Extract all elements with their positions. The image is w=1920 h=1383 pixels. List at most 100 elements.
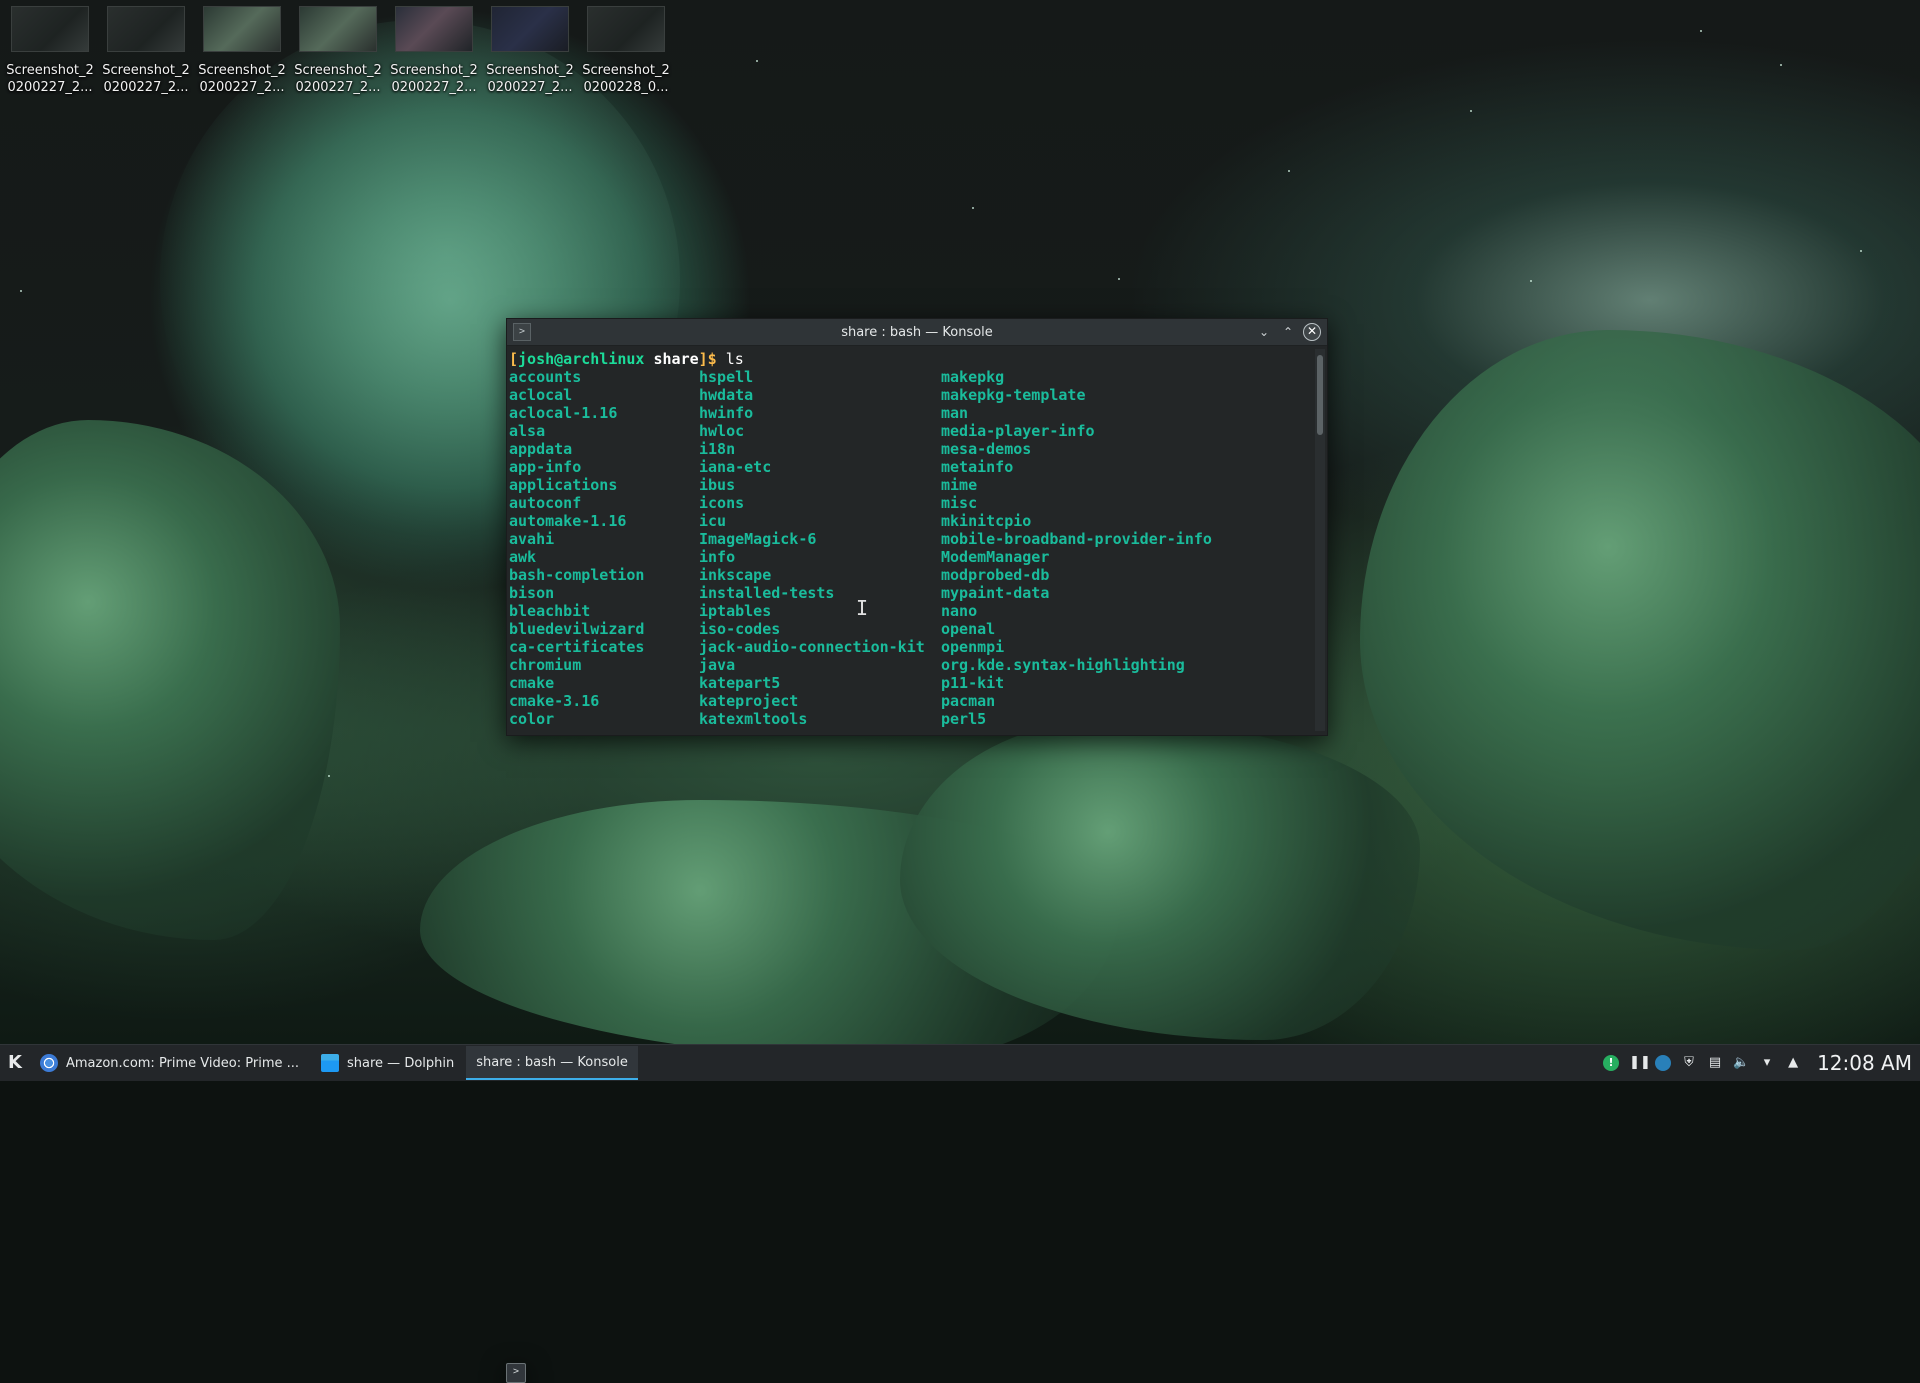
desktop-file-screenshot[interactable]: Screenshot_2 0200227_2...	[4, 6, 96, 96]
scrollbar-thumb[interactable]	[1317, 355, 1323, 435]
volume-icon[interactable]: 🔈	[1733, 1055, 1749, 1071]
desktop-file-label: Screenshot_2 0200227_2...	[6, 63, 94, 95]
desktop-file-screenshot[interactable]: Screenshot_2 0200227_2...	[388, 6, 480, 96]
desktop-file-screenshot[interactable]: Screenshot_2 0200227_2...	[484, 6, 576, 96]
task-konsole[interactable]: > share : bash — Konsole	[466, 1046, 638, 1383]
directory-entry: pacman	[941, 692, 996, 710]
directory-entry: mobile-broadband-provider-info	[941, 530, 1212, 548]
chevron-up-icon: ⌃	[1282, 325, 1294, 339]
desktop-file-screenshot[interactable]: Screenshot_2 0200227_2...	[196, 6, 288, 96]
directory-entry: installed-tests	[699, 584, 835, 602]
prompt-user-host: josh@archlinux	[518, 350, 645, 368]
desktop-file-screenshot[interactable]: Screenshot_2 0200227_2...	[100, 6, 192, 96]
pause-icon[interactable]: ❚❚	[1629, 1055, 1651, 1071]
ls-output: accounts aclocal aclocal-1.16 alsa appdata ap…	[509, 368, 1309, 728]
image-thumbnail-icon	[395, 6, 473, 52]
desktop-icons: Screenshot_2 0200227_2... Screenshot_2 0…	[4, 6, 672, 96]
directory-entry: misc	[941, 494, 978, 512]
image-thumbnail-icon	[107, 6, 185, 52]
desktop-file-label: Screenshot_2 0200227_2...	[294, 63, 382, 95]
chrome-icon	[40, 1054, 58, 1072]
close-button[interactable]: ✕	[1303, 323, 1321, 341]
terminal-output[interactable]: [josh@archlinux share]$ ls accounts acloc…	[507, 346, 1309, 735]
directory-entry: awk	[509, 548, 537, 566]
directory-entry: media-player-info	[941, 422, 1095, 440]
directory-entry: automake-1.16	[509, 512, 627, 530]
task-label: share : bash — Konsole	[476, 1054, 628, 1070]
directory-entry: makepkg	[941, 368, 1005, 386]
shell-prompt: [josh@archlinux share]$ ls	[509, 350, 1309, 368]
directory-entry: iso-codes	[699, 620, 781, 638]
directory-entry: i18n	[699, 440, 736, 458]
directory-entry: applications	[509, 476, 618, 494]
directory-entry: ModemManager	[941, 548, 1050, 566]
directory-entry: bleachbit	[509, 602, 591, 620]
directory-entry: ibus	[699, 476, 736, 494]
directory-entry: mypaint-data	[941, 584, 1050, 602]
wallpaper-rock	[1360, 330, 1920, 950]
desktop-file-label: Screenshot_2 0200227_2...	[486, 63, 574, 95]
window-titlebar[interactable]: > share : bash — Konsole ⌄ ⌃ ✕	[507, 319, 1327, 346]
directory-entry: org.kde.syntax-highlighting	[941, 656, 1185, 674]
maximize-button[interactable]: ⌃	[1279, 323, 1297, 341]
task-label: Amazon.com: Prime Video: Prime ...	[66, 1055, 300, 1071]
task-chrome[interactable]: Amazon.com: Prime Video: Prime ...	[30, 1046, 309, 1080]
directory-entry: chromium	[509, 656, 582, 674]
desktop-file-screenshot[interactable]: Screenshot_2 0200228_0...	[580, 6, 672, 96]
task-dolphin[interactable]: share — Dolphin	[311, 1046, 464, 1080]
chevron-down-icon: ⌄	[1258, 325, 1270, 339]
directory-entry: inkscape	[699, 566, 772, 584]
directory-entry: alsa	[509, 422, 546, 440]
directory-entry: modprobed-db	[941, 566, 1050, 584]
directory-entry: cmake	[509, 674, 555, 692]
konsole-app-icon[interactable]: >	[513, 323, 531, 341]
directory-entry: mkinitcpio	[941, 512, 1032, 530]
directory-entry: ca-certificates	[509, 638, 645, 656]
chrome-tray-icon[interactable]	[1655, 1055, 1672, 1071]
directory-entry: nano	[941, 602, 978, 620]
directory-entry: appdata	[509, 440, 573, 458]
directory-entry: aclocal-1.16	[509, 404, 618, 422]
image-thumbnail-icon	[11, 6, 89, 52]
desktop-file-label: Screenshot_2 0200227_2...	[198, 63, 286, 95]
wifi-icon[interactable]: ▾	[1759, 1055, 1775, 1071]
image-thumbnail-icon	[587, 6, 665, 52]
directory-entry: hspell	[699, 368, 754, 386]
directory-entry: mesa-demos	[941, 440, 1032, 458]
desktop-file-screenshot[interactable]: Screenshot_2 0200227_2...	[292, 6, 384, 96]
close-icon: ✕	[1306, 324, 1318, 338]
prompt-directory: share	[653, 350, 699, 368]
image-thumbnail-icon	[299, 6, 377, 52]
minimize-button[interactable]: ⌄	[1255, 323, 1273, 341]
directory-entry: openmpi	[941, 638, 1005, 656]
prompt-bracket: [	[509, 350, 519, 368]
system-tray: ! ❚❚ ⛨ ▤ 🔈 ▾ ▲ 12:08 AM	[1603, 1045, 1920, 1081]
directory-entry: bash-completion	[509, 566, 645, 584]
directory-entry: avahi	[509, 530, 555, 548]
ls-column: accounts aclocal aclocal-1.16 alsa appdata ap…	[509, 368, 699, 728]
desktop-file-label: Screenshot_2 0200227_2...	[102, 63, 190, 95]
clock[interactable]: 12:08 AM	[1817, 1051, 1912, 1075]
update-notifier-icon[interactable]: !	[1603, 1055, 1620, 1071]
expand-tray-icon[interactable]: ▲	[1785, 1055, 1801, 1071]
directory-entry: hwdata	[699, 386, 754, 404]
directory-entry: icons	[699, 494, 745, 512]
directory-entry: accounts	[509, 368, 582, 386]
directory-entry: katepart5	[699, 674, 781, 692]
directory-entry: katexmltools	[699, 710, 808, 728]
directory-entry: icu	[699, 512, 727, 530]
directory-entry: jack-audio-connection-kit	[699, 638, 925, 656]
directory-entry: openal	[941, 620, 996, 638]
dolphin-icon	[321, 1054, 340, 1072]
directory-entry: aclocal	[509, 386, 573, 404]
shield-icon[interactable]: ⛨	[1681, 1055, 1697, 1071]
prompt-command: ls	[725, 350, 744, 368]
text-cursor-icon: I	[856, 596, 869, 620]
directory-entry: p11-kit	[941, 674, 1005, 692]
directory-entry: color	[509, 710, 555, 728]
clipboard-icon[interactable]: ▤	[1707, 1055, 1723, 1071]
konsole-window[interactable]: > share : bash — Konsole ⌄ ⌃ ✕ [josh@arc…	[506, 318, 1328, 736]
terminal-scrollbar[interactable]	[1315, 349, 1325, 731]
ls-column: hspell hwdata hwinfo hwloc i18n iana-etc ibus i…	[699, 368, 941, 728]
application-launcher[interactable]: K	[0, 1045, 30, 1081]
